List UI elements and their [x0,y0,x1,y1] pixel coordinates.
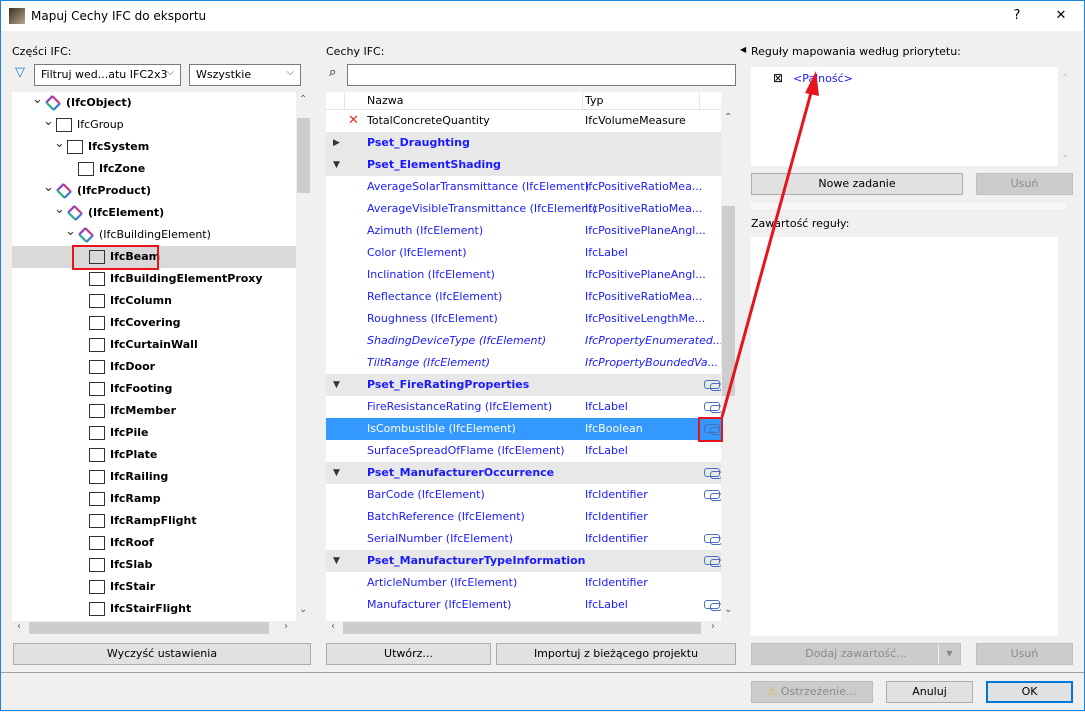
annotation-arrow [720,71,819,418]
